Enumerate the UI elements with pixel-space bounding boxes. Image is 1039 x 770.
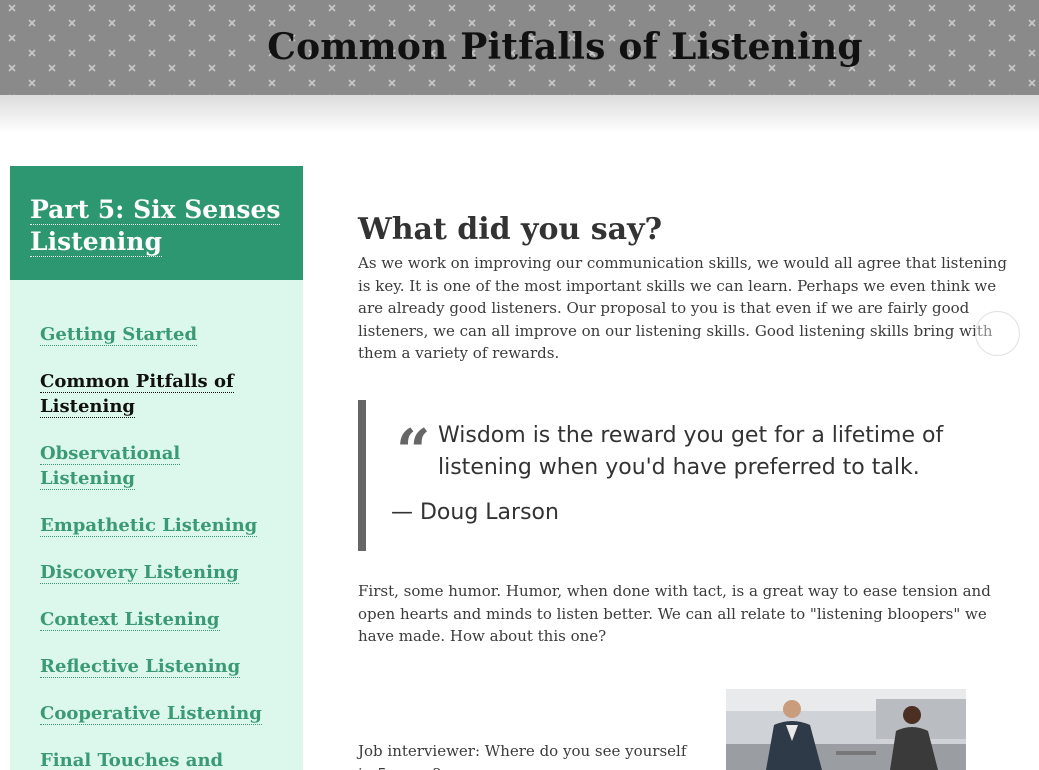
part-title-link[interactable]: Part 5: Six Senses Listening	[30, 195, 281, 257]
quote-author: — Doug Larson	[391, 500, 559, 525]
nav-item-cooperative: Cooperative Listening	[40, 701, 303, 726]
interview-photo	[726, 689, 966, 770]
intro-paragraph: As we work on improving our communicatio…	[358, 254, 1008, 363]
sidebar: Part 5: Six Senses Listening Getting Sta…	[10, 166, 303, 770]
main-content: What did you say? As we work on improvin…	[358, 210, 1023, 365]
sidebar-header: Part 5: Six Senses Listening	[10, 166, 303, 280]
nav-item-reflective: Reflective Listening	[40, 654, 303, 679]
nav-link-empathetic[interactable]: Empathetic Listening	[40, 515, 258, 537]
nav-item-getting-started: Getting Started	[40, 322, 303, 347]
nav-link-getting-started[interactable]: Getting Started	[40, 324, 198, 346]
nav-item-final-touches: Final Touches and Resources	[40, 748, 250, 770]
interview-photo-illustration	[726, 689, 966, 770]
nav-link-context[interactable]: Context Listening	[40, 609, 220, 631]
header-shadow	[0, 95, 1039, 133]
nav-item-discovery: Discovery Listening	[40, 560, 303, 585]
nav-link-reflective[interactable]: Reflective Listening	[40, 656, 241, 678]
blockquote: “ Wisdom is the reward you get for a lif…	[358, 400, 1023, 551]
scroll-circle-button[interactable]	[975, 311, 1020, 356]
nav-link-common-pitfalls[interactable]: Common Pitfalls of Listening	[40, 371, 234, 418]
humor-paragraph: First, some humor. Humor, when done with…	[358, 582, 991, 646]
nav-item-empathetic: Empathetic Listening	[40, 513, 303, 538]
nav-item-observational: Observational Listening	[40, 441, 250, 491]
header-banner: Common Pitfalls of Listening	[0, 0, 1039, 95]
nav-link-discovery[interactable]: Discovery Listening	[40, 562, 239, 584]
quote-text: Wisdom is the reward you get for a lifet…	[438, 423, 944, 480]
nav-link-observational[interactable]: Observational Listening	[40, 443, 181, 490]
nav-link-final-touches[interactable]: Final Touches and Resources	[40, 750, 224, 770]
dialog-paragraph: Job interviewer: Where do you see yourse…	[358, 742, 687, 770]
nav-item-common-pitfalls: Common Pitfalls of Listening	[40, 369, 250, 419]
page-title: Common Pitfalls of Listening	[267, 26, 863, 68]
quote-mark-icon: “	[396, 417, 431, 487]
chapter-nav: Getting Started Common Pitfalls of Liste…	[10, 280, 303, 770]
nav-item-context: Context Listening	[40, 607, 303, 632]
nav-link-cooperative[interactable]: Cooperative Listening	[40, 703, 262, 725]
section-heading: What did you say?	[358, 212, 663, 247]
